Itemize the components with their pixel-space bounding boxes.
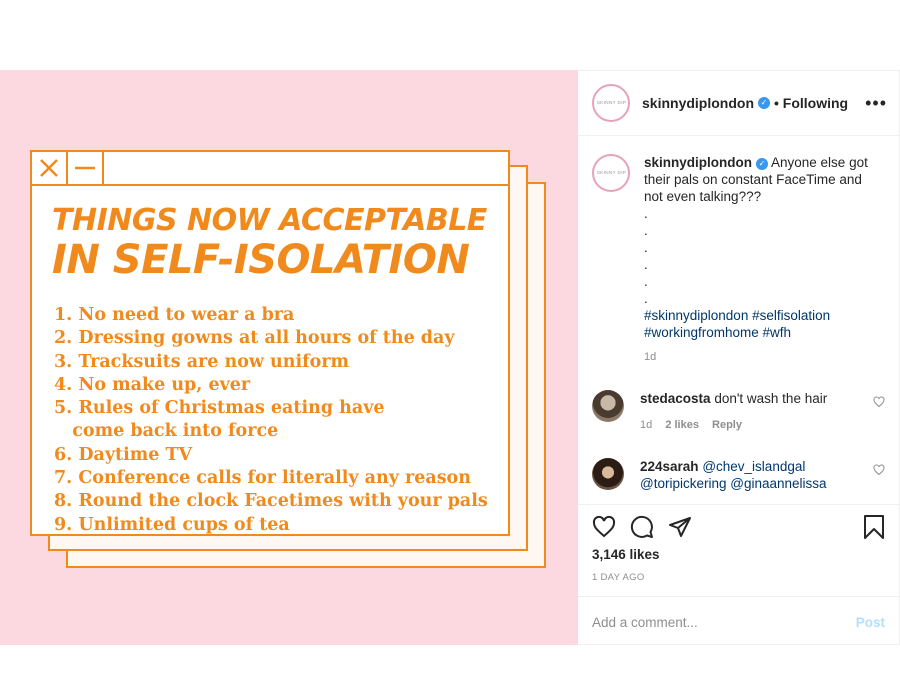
list-item: 5. Rules of Christmas eating have xyxy=(54,398,385,419)
verified-badge-icon: ✓ xyxy=(756,158,768,170)
card-list: 1. No need to wear a bra 2. Dressing gow… xyxy=(54,304,508,537)
post-image[interactable]: THINGS NOW ACCEPTABLE IN SELF-ISOLATION … xyxy=(0,70,578,645)
avatar[interactable]: SKINNY DIP xyxy=(592,84,630,122)
likes-count[interactable]: 3,146 likes xyxy=(592,547,885,562)
comment-body: stedacosta don't wash the hair 1d 2 like… xyxy=(640,390,860,434)
caption-time: 1d xyxy=(644,351,657,363)
share-icon[interactable] xyxy=(668,515,692,539)
list-item: 9. Unlimited cups of tea xyxy=(54,514,290,535)
minus-icon xyxy=(68,152,104,184)
hashtags-line1[interactable]: #skinnydiplondon #selfisolation xyxy=(644,307,869,324)
card-titlebar xyxy=(32,152,508,186)
add-comment-bar: Post xyxy=(578,596,899,647)
list-item: 7. Conference calls for literally any re… xyxy=(54,468,471,489)
avatar[interactable]: SKINNY DIP xyxy=(592,154,630,192)
list-item: come back into force xyxy=(54,421,279,442)
list-item: 4. No make up, ever xyxy=(54,374,251,395)
mention-link[interactable]: @toripickering xyxy=(640,476,726,491)
following-button[interactable]: • Following xyxy=(774,95,848,111)
action-icons xyxy=(592,515,885,539)
hashtags-line2[interactable]: #workingfromhome #wfh xyxy=(644,324,869,341)
heart-icon[interactable] xyxy=(873,396,885,408)
avatar-brand-text: SKINNY DIP xyxy=(596,100,626,106)
comment-likes[interactable]: 2 likes xyxy=(665,419,699,431)
post-comment-button[interactable]: Post xyxy=(856,615,885,630)
avatar[interactable] xyxy=(592,458,624,490)
post-header: SKINNY DIP skinnydiplondon ✓ • Following… xyxy=(578,71,899,136)
mention-link[interactable]: @chev_islandgal xyxy=(702,459,805,474)
card-title-line1: THINGS NOW ACCEPTABLE xyxy=(52,203,487,238)
header-username[interactable]: skinnydiplondon xyxy=(642,95,754,111)
mention-link[interactable]: @ginaannelissa xyxy=(730,476,826,491)
action-bar: 3,146 likes 1 DAY AGO xyxy=(578,504,899,583)
like-heart-icon[interactable] xyxy=(592,515,616,539)
list-item: 6. Daytime TV xyxy=(54,444,193,465)
reply-button[interactable]: Reply xyxy=(712,419,742,431)
x-icon xyxy=(32,152,68,184)
comment-username[interactable]: 224sarah xyxy=(640,459,699,474)
comment-item: stedacosta don't wash the hair 1d 2 like… xyxy=(592,390,885,434)
more-options-icon[interactable]: ••• xyxy=(865,93,887,114)
caption-username[interactable]: skinnydiplondon xyxy=(644,155,752,170)
caption-dots: . . . . . . xyxy=(644,206,648,306)
comments-list[interactable]: SKINNY DIP skinnydiplondon ✓ Anyone else … xyxy=(578,136,899,509)
comment-time: 1d xyxy=(640,419,653,431)
caption-body: skinnydiplondon ✓ Anyone else got their p… xyxy=(644,154,869,366)
list-item: 1. No need to wear a bra xyxy=(54,305,295,325)
card-window: THINGS NOW ACCEPTABLE IN SELF-ISOLATION … xyxy=(30,150,510,536)
card-title-line2: IN SELF-ISOLATION xyxy=(52,237,470,283)
comment-meta: 1d 2 likes Reply xyxy=(640,417,860,434)
list-item: 2. Dressing gowns at all hours of the da… xyxy=(54,328,455,349)
comment-item: 224sarah @chev_islandgal @toripickering … xyxy=(592,458,885,492)
bookmark-icon[interactable] xyxy=(863,515,885,539)
post-sidebar: SKINNY DIP skinnydiplondon ✓ • Following… xyxy=(578,70,900,645)
caption: SKINNY DIP skinnydiplondon ✓ Anyone else … xyxy=(592,154,885,366)
avatar[interactable] xyxy=(592,390,624,422)
avatar-brand-text: SKINNY DIP xyxy=(596,170,626,175)
comment-body: 224sarah @chev_islandgal @toripickering … xyxy=(640,458,860,492)
verified-badge-icon: ✓ xyxy=(758,97,770,109)
comment-username[interactable]: stedacosta xyxy=(640,391,711,406)
heart-icon[interactable] xyxy=(873,464,885,476)
instagram-post: THINGS NOW ACCEPTABLE IN SELF-ISOLATION … xyxy=(0,70,900,645)
add-comment-input[interactable] xyxy=(592,614,842,630)
post-timestamp: 1 DAY AGO xyxy=(592,572,645,583)
comment-icon[interactable] xyxy=(630,515,654,539)
list-item: 8. Round the clock Facetimes with your p… xyxy=(54,491,488,512)
list-item: 3. Tracksuits are now uniform xyxy=(54,351,350,372)
card-title: THINGS NOW ACCEPTABLE IN SELF-ISOLATION xyxy=(52,203,508,283)
comment-text: don't wash the hair xyxy=(714,391,828,406)
